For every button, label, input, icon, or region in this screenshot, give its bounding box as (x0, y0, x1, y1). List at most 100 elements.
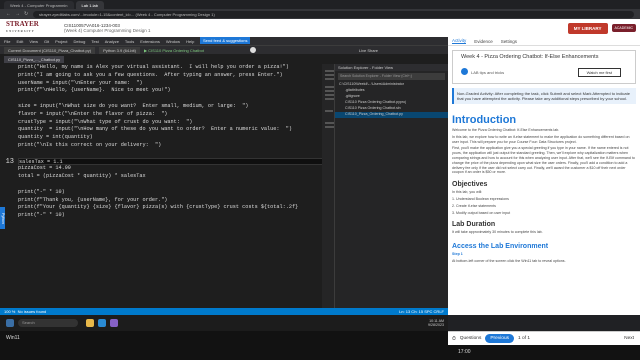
code-line[interactable]: total = (pizzaCost * quantity) * salesTa… (4, 173, 334, 181)
code-line[interactable]: print(f"Thank you, {userName}, for your … (4, 197, 334, 205)
code-line[interactable]: quantity = input("\nHow many of these do… (4, 126, 334, 134)
issues-indicator[interactable]: No issues found (18, 309, 47, 314)
code-line[interactable]: print(f"\nHello, {userName}. Nice to mee… (4, 87, 334, 95)
code-text[interactable]: pizzaCost = 14.99 (18, 165, 71, 173)
next-button[interactable]: Next (624, 336, 634, 341)
ide-menu-item[interactable]: Window (166, 39, 180, 44)
ide-menu-item[interactable]: Git (44, 39, 49, 44)
ide-menu-item[interactable]: Project (55, 39, 67, 44)
ide-menu-item[interactable]: Debug (74, 39, 86, 44)
code-line[interactable]: 13 salesTax = 1.1 (4, 157, 334, 166)
code-text[interactable]: flavor = input("\nEnter the flavor of pi… (18, 111, 167, 119)
start-icon[interactable] (6, 319, 14, 327)
code-text[interactable]: total = (pizzaCost * quantity) * salesTa… (18, 173, 146, 181)
python-env-dropdown[interactable]: Python 3.9 (64-bit) (99, 46, 140, 54)
tab-settings[interactable]: Settings (501, 39, 517, 44)
startup-item-dropdown[interactable]: Current Document (CIS110_Pizza_Chatbot.p… (4, 46, 96, 54)
code-line[interactable]: print("-" * 10) (4, 189, 334, 197)
code-text[interactable]: quantity = input("\nHow many of these do… (18, 126, 292, 134)
tab-activity[interactable]: Activity (452, 38, 467, 44)
ide-menu-item[interactable]: Test (91, 39, 98, 44)
code-text[interactable]: print(f"\nHello, {userName}. Nice to mee… (18, 87, 171, 95)
line-number (4, 111, 18, 119)
code-line[interactable]: size = input("\nWhat size do you want? E… (4, 103, 334, 111)
url-input[interactable]: strayer.zyeditlabs.com/.../module=1-15&c… (33, 10, 634, 18)
code-text[interactable]: print(f"Thank you, {userName}, for your … (18, 197, 167, 205)
line-number: 13 (5, 157, 14, 166)
code-line[interactable] (4, 95, 334, 103)
taskbar-search[interactable]: Search (18, 319, 78, 327)
tab-evidence[interactable]: Evidence (474, 39, 493, 44)
questions-button[interactable]: Questions (460, 336, 482, 341)
code-editor[interactable]: print("Hello, my name is Alex your virtu… (4, 64, 334, 308)
previous-button[interactable]: Previous (485, 334, 515, 343)
code-line[interactable]: print("-" * 10) (4, 212, 334, 220)
ide-menu-item[interactable]: Extensions (140, 39, 160, 44)
back-icon[interactable]: ← (6, 11, 12, 17)
python-side-tab[interactable]: Python (0, 207, 5, 229)
live-share-button[interactable]: Live Share (359, 48, 378, 53)
non-graded-notice: Non-Graded Activity: After completing th… (452, 88, 636, 104)
vm-name-button[interactable]: Win11 (6, 335, 20, 341)
taskbar-clock[interactable]: 10:11 AM 9/28/2023 (428, 319, 448, 327)
watch-me-first-button[interactable]: Watch me first (577, 68, 621, 77)
ide-menu-item[interactable]: File (4, 39, 10, 44)
line-number (4, 64, 18, 72)
code-line[interactable] (4, 181, 334, 189)
line-number (4, 142, 18, 150)
code-line[interactable]: print("I am going to ask you a few quest… (4, 72, 334, 80)
file-explorer-icon[interactable] (86, 319, 94, 327)
line-number (4, 87, 18, 95)
run-button[interactable]: ▶ CIS110 Pizza Ordering Chatbot (144, 48, 204, 53)
code-text[interactable]: userName = input("\nEnter your name: ") (18, 80, 143, 88)
code-line[interactable]: pizzaCost = 14.99 (4, 165, 334, 173)
ide-toolbar: Current Document (CIS110_Pizza_Chatbot.p… (0, 45, 448, 54)
academic-button[interactable]: ACADEMIC (611, 24, 636, 32)
reload-icon[interactable]: ↻ (24, 11, 30, 17)
ide-menu-item[interactable]: Tools (125, 39, 134, 44)
code-line[interactable]: print("Hello, my name is Alex your virtu… (4, 64, 334, 72)
play-icon[interactable] (461, 68, 468, 75)
code-text[interactable]: size = input("\nWhat size do you want? E… (18, 103, 248, 111)
code-text[interactable]: print("-" * 10) (18, 189, 65, 197)
clock-icon: ⏱ (452, 336, 456, 342)
visual-studio-icon[interactable] (110, 319, 118, 327)
my-library-button[interactable]: MY LIBRARY (567, 22, 608, 34)
solution-search-input[interactable]: Search Solution Explorer - Folder View (… (338, 73, 445, 80)
lab-tips-link[interactable]: LAB tips and tricks (471, 70, 504, 75)
code-line[interactable]: print("\nIs this correct on your deliver… (4, 142, 334, 150)
ide-menu-item[interactable]: Analyze (105, 39, 119, 44)
edge-icon[interactable] (98, 319, 106, 327)
ide-menu-item[interactable]: Help (186, 39, 194, 44)
code-line[interactable]: crustType = input("\nWhat type of crust … (4, 119, 334, 127)
line-number (4, 212, 18, 220)
line-number (4, 103, 18, 111)
code-line[interactable]: quantity = int(quantity) (4, 134, 334, 142)
forward-icon[interactable]: → (15, 11, 21, 17)
ide-menu-item[interactable]: View (29, 39, 38, 44)
code-text[interactable]: print("I am going to ask you a few quest… (18, 72, 283, 80)
code-line[interactable]: print(f"Your {quantity} {size} {flavor} … (4, 204, 334, 212)
code-line[interactable]: flavor = input("\nEnter the flavor of pi… (4, 111, 334, 119)
solution-explorer-item[interactable]: CIS110_Pizza_Ordering_Chatbot.py (335, 112, 448, 118)
code-text[interactable]: print("-" * 10) (18, 212, 65, 220)
code-text[interactable]: print(f"Your {quantity} {size} {flavor} … (18, 204, 298, 212)
code-text[interactable]: salesTax = 1.1 (18, 157, 330, 166)
strayer-logo[interactable]: STRAYER UNIVERSITY (0, 21, 64, 35)
introduction-heading: Introduction (452, 114, 517, 126)
line-number (4, 134, 18, 142)
code-text[interactable]: print("\nIs this correct on your deliver… (18, 142, 161, 150)
ide-menu-item[interactable]: Edit (16, 39, 23, 44)
editor-file-tab[interactable]: CIS110_Pizza_..._Chatbot.py (4, 56, 65, 63)
code-text[interactable]: quantity = int(quantity) (18, 134, 93, 142)
browser-tab-lab[interactable]: Lab 1.lab (75, 1, 104, 9)
app-header: STRAYER UNIVERSITY CIS110057VA016-1234-0… (0, 19, 640, 37)
intro-paragraph-2: First, you'll make the application give … (452, 146, 635, 175)
zoom-level[interactable]: 100 % (4, 309, 15, 314)
code-line[interactable]: userName = input("\nEnter your name: ") (4, 80, 334, 88)
objective-item: 1. Understand Boolean expressions (452, 196, 509, 201)
code-text[interactable]: crustType = input("\nWhat type of crust … (18, 119, 192, 127)
code-text[interactable]: print("Hello, my name is Alex your virtu… (18, 64, 289, 72)
browser-tab-week4[interactable]: Week 4 - Computer Programmin (4, 1, 74, 9)
code-line[interactable] (4, 150, 334, 158)
